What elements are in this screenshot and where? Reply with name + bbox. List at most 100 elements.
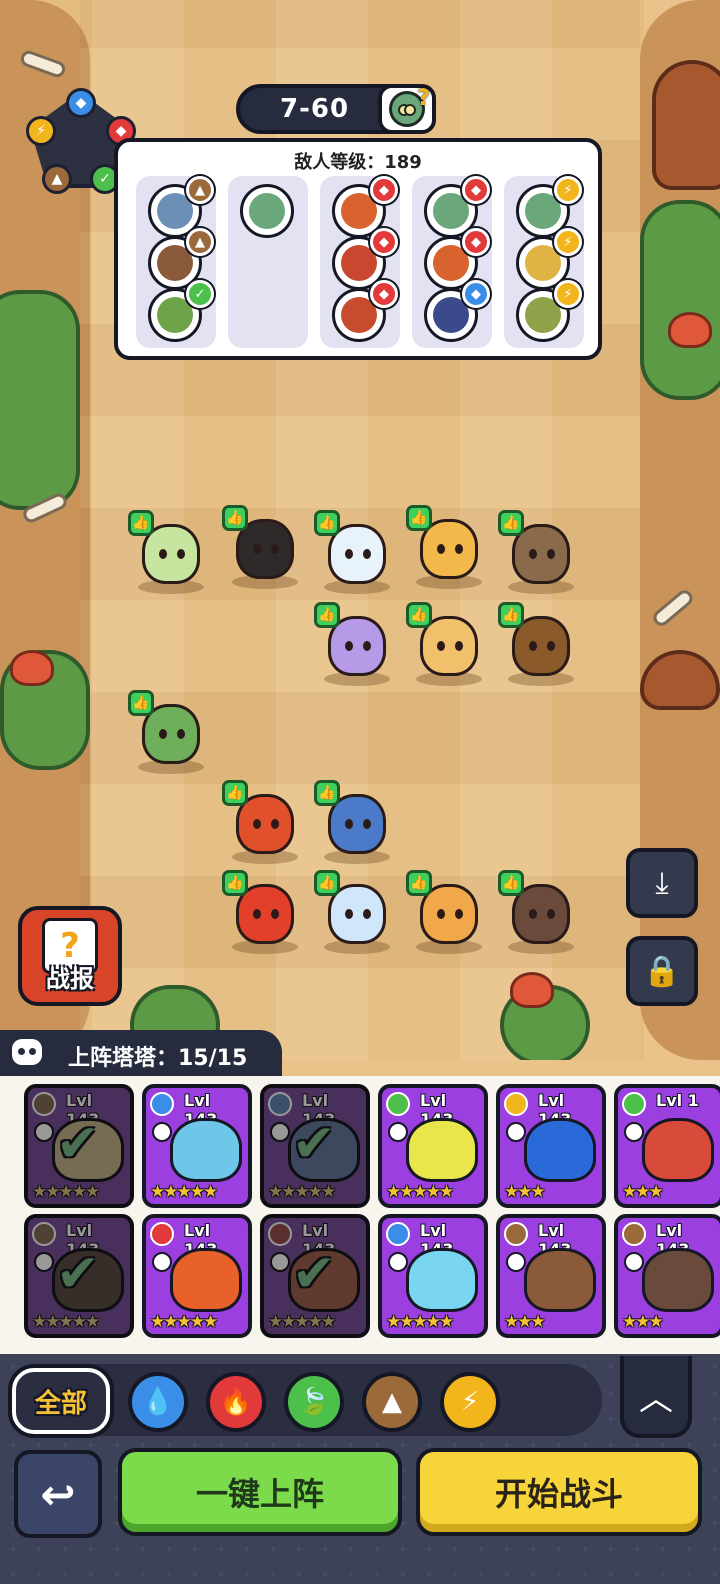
tower-unit-star-fox[interactable]: 👍 bbox=[314, 602, 400, 688]
star-rating: ★★★★★ bbox=[32, 1312, 100, 1332]
tower-portrait bbox=[642, 1118, 714, 1182]
role-icon bbox=[506, 1252, 526, 1272]
water-icon bbox=[386, 1222, 410, 1246]
thumbs-up-icon: 👍 bbox=[128, 510, 154, 536]
question-icon: ? bbox=[417, 86, 430, 111]
roster-count: 上阵塔塔：15/15 bbox=[68, 1046, 248, 1071]
earth-icon: ▲ bbox=[186, 176, 214, 204]
role-icon bbox=[270, 1252, 290, 1272]
tower-unit-flame-bird[interactable]: 👍 bbox=[222, 780, 308, 866]
water-icon: 💧 bbox=[141, 1387, 175, 1417]
unit-eye bbox=[159, 549, 167, 559]
unit-eye bbox=[547, 549, 555, 559]
star-rating: ★★★★★ bbox=[268, 1182, 336, 1202]
earth-icon: ▲ bbox=[186, 228, 214, 256]
earth-icon: ▲ bbox=[382, 1387, 402, 1417]
role-icon bbox=[506, 1122, 526, 1142]
auto-deploy-button[interactable]: 一键上阵 bbox=[118, 1448, 402, 1536]
star-rating: ★★★★★ bbox=[150, 1312, 218, 1332]
start-battle-button[interactable]: 开始战斗 bbox=[416, 1448, 702, 1536]
tower-roster[interactable]: Lvl 143★★★★★✔Lvl 143★★★★★Lvl 143★★★★★✔Lv… bbox=[0, 1076, 720, 1354]
tower-card[interactable]: Lvl 143★★★★★✔ bbox=[260, 1214, 370, 1338]
thumbs-up-icon: 👍 bbox=[222, 780, 248, 806]
water-icon: ◆ bbox=[462, 280, 490, 308]
tower-card[interactable]: Lvl 143★★★ bbox=[496, 1214, 606, 1338]
back-button[interactable]: ↩ bbox=[14, 1450, 102, 1538]
lightning-icon: ⚡ bbox=[554, 280, 582, 308]
unit-eye bbox=[345, 909, 353, 919]
unit-eye bbox=[253, 544, 261, 554]
fire-icon: 🔥 bbox=[219, 1387, 253, 1417]
tower-card[interactable]: Lvl 143★★★ bbox=[496, 1084, 606, 1208]
thumbs-up-icon: 👍 bbox=[498, 510, 524, 536]
unit-eye bbox=[363, 909, 371, 919]
lightning-icon bbox=[504, 1092, 528, 1116]
earth-icon bbox=[504, 1222, 528, 1246]
star-rating: ★★★★★ bbox=[150, 1182, 218, 1202]
checkmark-icon: ✔ bbox=[292, 1114, 336, 1174]
tower-unit-horn-goat[interactable]: 👍 bbox=[406, 870, 492, 956]
filter-nature-button[interactable]: 🍃 bbox=[284, 1372, 344, 1432]
nature-icon bbox=[386, 1092, 410, 1116]
filter-water-button[interactable]: 💧 bbox=[128, 1372, 188, 1432]
download-button[interactable]: ⤓ bbox=[626, 848, 698, 918]
unit-eye bbox=[529, 909, 537, 919]
fire-icon: ◆ bbox=[370, 280, 398, 308]
tower-card[interactable]: Lvl 143★★★★★ bbox=[378, 1084, 488, 1208]
tower-card[interactable]: Lvl 143★★★★★✔ bbox=[24, 1084, 134, 1208]
tower-card[interactable]: Lvl 143★★★★★✔ bbox=[24, 1214, 134, 1338]
filter-fire-button[interactable]: 🔥 bbox=[206, 1372, 266, 1432]
filter-all-button[interactable]: 全部 bbox=[12, 1368, 110, 1434]
role-icon bbox=[388, 1122, 408, 1142]
tower-unit-blue-bear[interactable]: 👍 bbox=[314, 780, 400, 866]
tower-card[interactable]: Lvl 143★★★★★ bbox=[142, 1084, 252, 1208]
lock-button[interactable]: 🔒 bbox=[626, 936, 698, 1006]
tower-unit-leaf-frog[interactable]: 👍 bbox=[128, 690, 214, 776]
star-rating: ★★★★★ bbox=[32, 1182, 100, 1202]
tower-card[interactable]: Lvl 1 ★★★ bbox=[614, 1084, 720, 1208]
tower-unit-sand-cat[interactable]: 👍 bbox=[406, 602, 492, 688]
flower-decoration bbox=[668, 312, 712, 348]
tower-unit-pink-mantis[interactable]: 👍 bbox=[128, 510, 214, 596]
tower-portrait bbox=[642, 1248, 714, 1312]
fire-icon bbox=[268, 1222, 292, 1246]
filter-earth-button[interactable]: ▲ bbox=[362, 1372, 422, 1432]
filter-lightning-button[interactable]: ⚡ bbox=[440, 1372, 500, 1432]
tower-unit-panda-bear[interactable]: 👍 bbox=[314, 510, 400, 596]
tower-unit-wild-boar[interactable]: 👍 bbox=[498, 870, 584, 956]
tower-unit-fire-fox[interactable]: 👍 bbox=[222, 505, 308, 591]
unit-eye bbox=[455, 641, 463, 651]
fire-icon: ◆ bbox=[370, 228, 398, 256]
tower-unit-raccoon-gunner[interactable]: 👍 bbox=[498, 510, 584, 596]
enemy-info-button[interactable]: ? bbox=[378, 84, 436, 134]
earth-icon: ▲ bbox=[42, 164, 72, 194]
tower-card[interactable]: Lvl 143★★★★★ bbox=[142, 1214, 252, 1338]
lightning-icon: ⚡ bbox=[26, 116, 56, 146]
role-icon bbox=[34, 1252, 54, 1272]
tower-card[interactable]: Lvl 143★★★★★✔ bbox=[260, 1084, 370, 1208]
collapse-button[interactable]: ︿ bbox=[620, 1356, 692, 1438]
chevron-up-icon: ︿ bbox=[639, 1378, 673, 1419]
tower-unit-golden-cat[interactable]: 👍 bbox=[406, 505, 492, 591]
unit-eye bbox=[363, 549, 371, 559]
tower-portrait bbox=[406, 1118, 478, 1182]
thumbs-up-icon: 👍 bbox=[222, 505, 248, 531]
unit-eye bbox=[271, 544, 279, 554]
tower-card[interactable]: Lvl 143★★★ bbox=[614, 1214, 720, 1338]
unit-eye bbox=[437, 909, 445, 919]
rock-decoration bbox=[652, 60, 720, 190]
tower-unit-ice-ghost[interactable]: 👍 bbox=[314, 870, 400, 956]
unit-eye bbox=[159, 729, 167, 739]
water-icon: ◆ bbox=[66, 88, 96, 118]
earth-icon bbox=[622, 1222, 646, 1246]
nature-icon: ✓ bbox=[186, 280, 214, 308]
tower-unit-rock-turtle[interactable]: 👍 bbox=[498, 602, 584, 688]
tower-card[interactable]: Lvl 143★★★★★ bbox=[378, 1214, 488, 1338]
unit-eye bbox=[455, 909, 463, 919]
role-icon bbox=[152, 1252, 172, 1272]
lightning-icon: ⚡ bbox=[460, 1387, 480, 1417]
battle-report-button[interactable]: ? 战报 bbox=[18, 906, 122, 1006]
thumbs-up-icon: 👍 bbox=[314, 780, 340, 806]
tower-unit-red-salamander[interactable]: 👍 bbox=[222, 870, 308, 956]
enemy-portrait bbox=[240, 184, 294, 238]
